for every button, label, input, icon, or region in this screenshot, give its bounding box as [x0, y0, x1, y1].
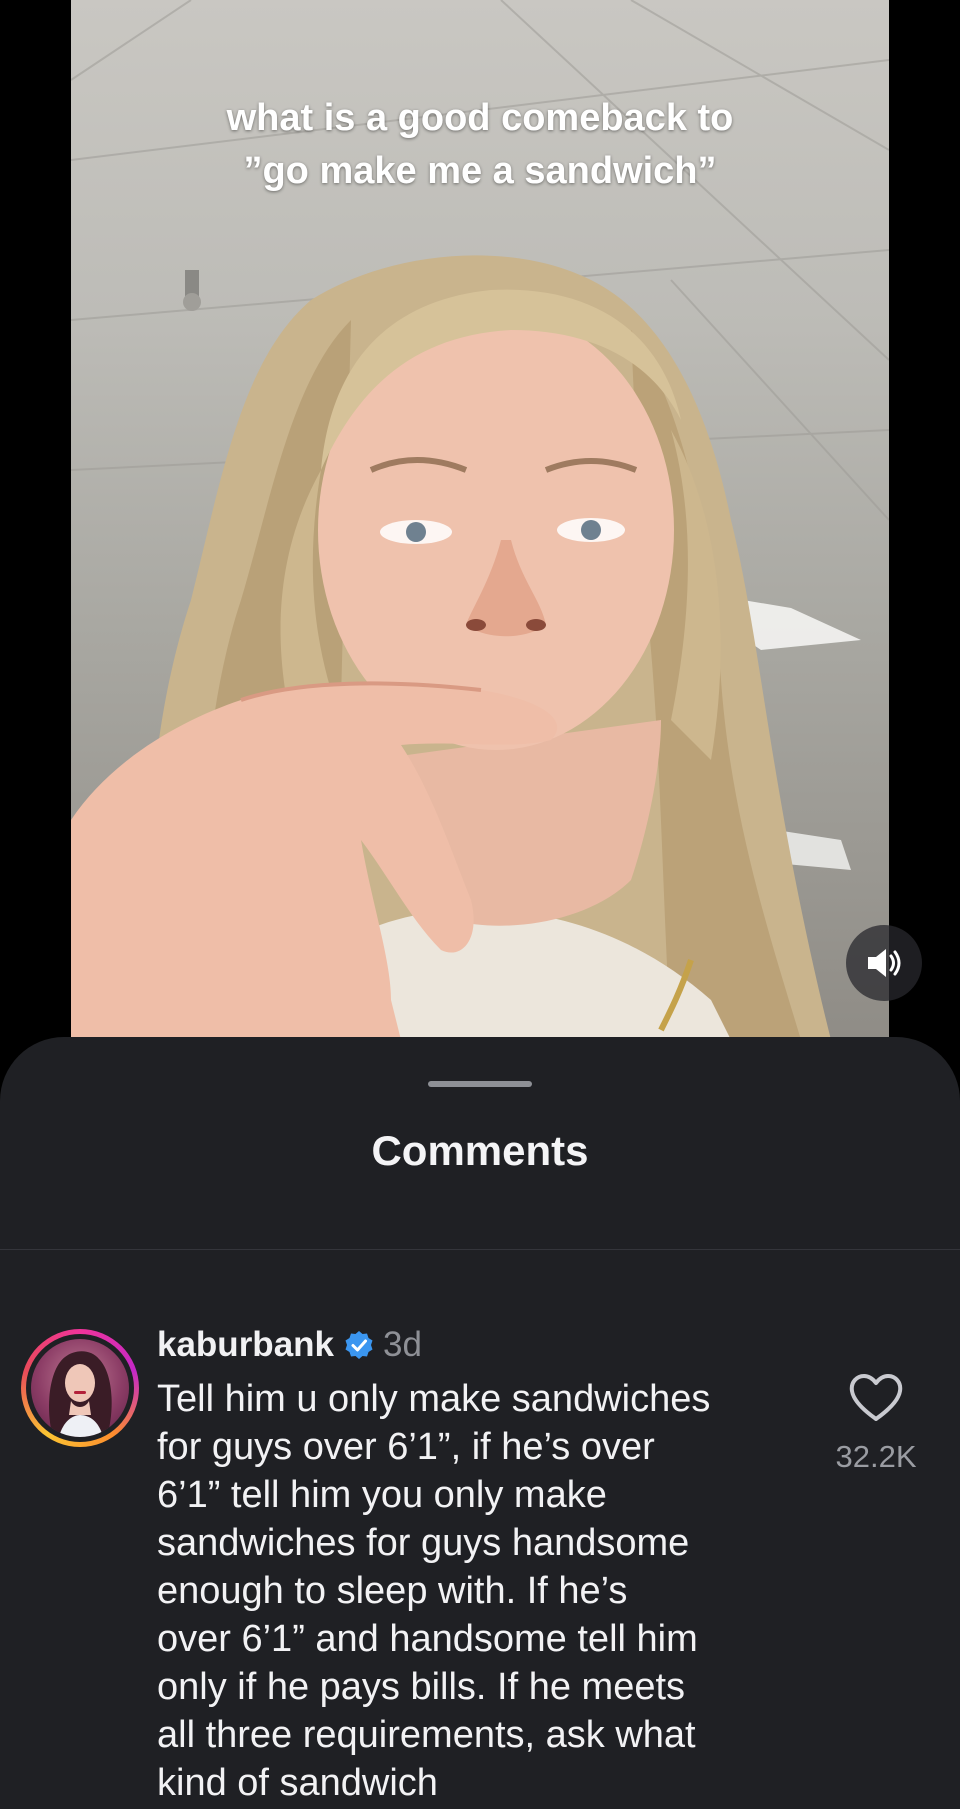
verified-badge-icon [345, 1331, 373, 1359]
caption-line-2: ”go make me a sandwich” [243, 150, 717, 192]
heart-icon[interactable] [848, 1373, 904, 1423]
comment-text-line: Tell him u only make sandwiches [157, 1378, 711, 1420]
speaker-icon [868, 949, 901, 977]
comment-header: kaburbank 3d [157, 1323, 422, 1367]
comments-sheet: Comments kaburbank 3d Tell him u only ma… [0, 1037, 960, 1809]
video-caption: what is a good comeback to ”go make me a… [71, 92, 889, 198]
comment-text-line: sandwiches for guys handsome [157, 1522, 690, 1564]
avatar [31, 1339, 129, 1437]
comment-text-line: only if he pays bills. If he meets [157, 1666, 686, 1708]
comment-item: kaburbank 3d Tell him u only make sandwi… [0, 1291, 960, 1804]
comment-text-line: enough to sleep with. If he’s [157, 1570, 628, 1612]
avatar-story-ring[interactable] [21, 1329, 139, 1447]
like-count: 32.2K [835, 1439, 917, 1474]
caption-line-1: what is a good comeback to [226, 97, 734, 139]
comment-text-line: over 6’1” and handsome tell him [157, 1618, 698, 1660]
drag-handle[interactable] [428, 1081, 532, 1087]
sheet-title: Comments [371, 1127, 589, 1174]
comment-text-line: 6’1” tell him you only make [157, 1474, 607, 1516]
comment-text-line: kind of sandwich [157, 1762, 438, 1804]
divider [0, 1249, 960, 1250]
video-player[interactable]: what is a good comeback to ”go make me a… [71, 0, 889, 1040]
comment-text: Tell him u only make sandwiches for guys… [157, 1375, 797, 1807]
comment-text-line: all three requirements, ask what [157, 1714, 696, 1756]
comment-text-line: for guys over 6’1”, if he’s over [157, 1426, 655, 1468]
comment-time: 3d [383, 1325, 422, 1364]
comment-username[interactable]: kaburbank [157, 1325, 334, 1365]
sound-toggle-button[interactable] [846, 925, 922, 1001]
